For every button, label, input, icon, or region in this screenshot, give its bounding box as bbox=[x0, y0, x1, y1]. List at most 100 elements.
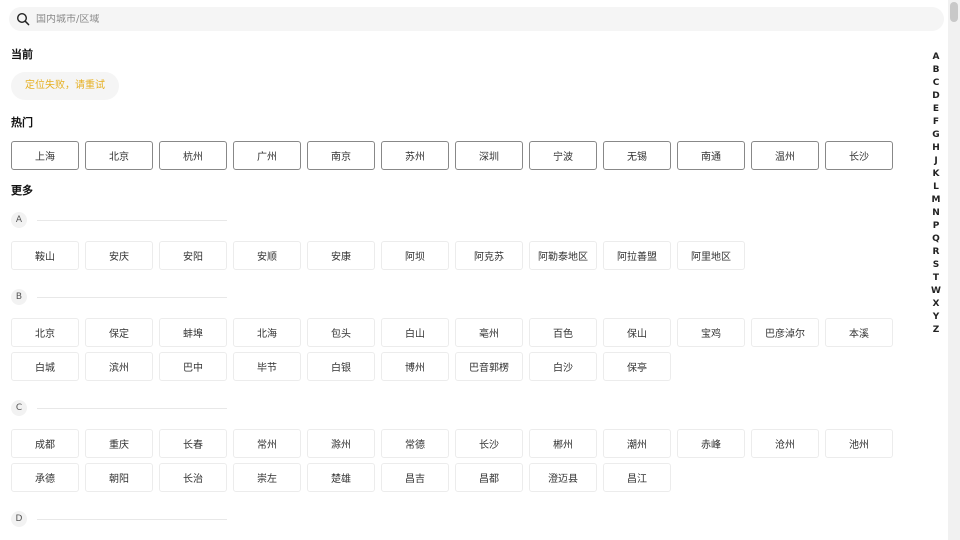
hot-city-button[interactable]: 无锡 bbox=[603, 141, 671, 170]
city-button[interactable]: 阿里地区 bbox=[677, 241, 745, 270]
city-button[interactable]: 池州 bbox=[825, 429, 893, 458]
city-button[interactable]: 保亭 bbox=[603, 352, 671, 381]
city-button[interactable]: 巴音郭楞 bbox=[455, 352, 523, 381]
hot-city-button[interactable]: 南京 bbox=[307, 141, 375, 170]
city-button[interactable]: 博州 bbox=[381, 352, 449, 381]
more-section-title: 更多 bbox=[11, 184, 33, 197]
city-group-grid: 鞍山 安庆 安阳 安顺 安康 阿坝 阿克苏 阿勒泰地区 阿拉善盟 阿里地区 bbox=[11, 241, 911, 275]
city-button[interactable]: 巴彦淖尔 bbox=[751, 318, 819, 347]
city-button[interactable]: 郴州 bbox=[529, 429, 597, 458]
city-button[interactable]: 安顺 bbox=[233, 241, 301, 270]
alphabet-index-letter[interactable]: M bbox=[932, 194, 941, 207]
city-button[interactable]: 亳州 bbox=[455, 318, 523, 347]
alphabet-index-letter[interactable]: E bbox=[933, 103, 939, 116]
city-button[interactable]: 昌吉 bbox=[381, 463, 449, 492]
alphabet-index[interactable]: ABCDEFGHJKLMNPQRSTWXYZ bbox=[928, 51, 944, 337]
city-button[interactable]: 白银 bbox=[307, 352, 375, 381]
hot-city-button[interactable]: 温州 bbox=[751, 141, 819, 170]
city-button[interactable]: 白城 bbox=[11, 352, 79, 381]
city-button[interactable]: 潮州 bbox=[603, 429, 671, 458]
alphabet-index-letter[interactable]: G bbox=[932, 129, 939, 142]
alphabet-index-letter[interactable]: Z bbox=[933, 324, 940, 337]
city-button[interactable]: 澄迈县 bbox=[529, 463, 597, 492]
city-button[interactable]: 鞍山 bbox=[11, 241, 79, 270]
city-button[interactable]: 沧州 bbox=[751, 429, 819, 458]
search-input[interactable] bbox=[36, 13, 896, 25]
alphabet-index-letter[interactable]: F bbox=[933, 116, 939, 129]
alphabet-index-letter[interactable]: T bbox=[933, 272, 939, 285]
city-button[interactable]: 安庆 bbox=[85, 241, 153, 270]
city-button[interactable]: 常德 bbox=[381, 429, 449, 458]
city-button[interactable]: 滨州 bbox=[85, 352, 153, 381]
city-button[interactable]: 百色 bbox=[529, 318, 597, 347]
letter-badge: C bbox=[11, 400, 27, 416]
city-button[interactable]: 蚌埠 bbox=[159, 318, 227, 347]
alphabet-index-letter[interactable]: N bbox=[932, 207, 940, 220]
city-group-grid: 成都 重庆 长春 常州 滁州 常德 长沙 郴州 潮州 赤峰 沧州 池州承德 朝阳 长治 崇左 楚雄 昌吉 昌都 澄迈… bbox=[11, 429, 911, 497]
alphabet-index-letter[interactable]: W bbox=[931, 285, 941, 298]
city-button[interactable]: 安阳 bbox=[159, 241, 227, 270]
alphabet-index-letter[interactable]: K bbox=[933, 168, 940, 181]
city-button[interactable]: 北海 bbox=[233, 318, 301, 347]
letter-divider bbox=[37, 407, 227, 409]
city-button[interactable]: 保山 bbox=[603, 318, 671, 347]
alphabet-index-letter[interactable]: C bbox=[933, 77, 940, 90]
search-bar[interactable] bbox=[9, 7, 944, 31]
city-button[interactable]: 本溪 bbox=[825, 318, 893, 347]
alphabet-index-letter[interactable]: D bbox=[932, 90, 939, 103]
city-button[interactable]: 重庆 bbox=[85, 429, 153, 458]
alphabet-index-letter[interactable]: P bbox=[933, 220, 940, 233]
city-button[interactable]: 昌都 bbox=[455, 463, 523, 492]
hot-city-button[interactable]: 上海 bbox=[11, 141, 79, 170]
city-button[interactable]: 毕节 bbox=[233, 352, 301, 381]
alphabet-index-letter[interactable]: Q bbox=[932, 233, 940, 246]
alphabet-index-letter[interactable]: J bbox=[934, 155, 937, 168]
hot-city-grid: 上海 北京 杭州 广州 南京 苏州 深圳 宁波 无锡 南通 温州 长沙 bbox=[11, 141, 911, 170]
alphabet-index-letter[interactable]: R bbox=[933, 246, 940, 259]
city-button[interactable]: 阿勒泰地区 bbox=[529, 241, 597, 270]
city-button[interactable]: 常州 bbox=[233, 429, 301, 458]
hot-city-button[interactable]: 宁波 bbox=[529, 141, 597, 170]
hot-city-button[interactable]: 深圳 bbox=[455, 141, 523, 170]
alphabet-index-letter[interactable]: Y bbox=[933, 311, 940, 324]
hot-city-button[interactable]: 北京 bbox=[85, 141, 153, 170]
city-button[interactable]: 长沙 bbox=[455, 429, 523, 458]
city-button[interactable]: 朝阳 bbox=[85, 463, 153, 492]
hot-city-button[interactable]: 杭州 bbox=[159, 141, 227, 170]
alphabet-index-letter[interactable]: A bbox=[933, 51, 940, 64]
alphabet-index-letter[interactable]: L bbox=[933, 181, 939, 194]
hot-city-button[interactable]: 广州 bbox=[233, 141, 301, 170]
alphabet-index-letter[interactable]: B bbox=[933, 64, 940, 77]
city-button[interactable]: 滁州 bbox=[307, 429, 375, 458]
city-button[interactable]: 成都 bbox=[11, 429, 79, 458]
city-button[interactable]: 长春 bbox=[159, 429, 227, 458]
city-list[interactable]: 当前 定位失败，请重试 热门 上海 北京 杭州 广州 南京 苏州 深圳 宁波 无锡 南通 温州 长沙 … bbox=[11, 48, 911, 540]
hot-city-button[interactable]: 南通 bbox=[677, 141, 745, 170]
city-button[interactable]: 长治 bbox=[159, 463, 227, 492]
city-button[interactable]: 包头 bbox=[307, 318, 375, 347]
city-button[interactable]: 昌江 bbox=[603, 463, 671, 492]
city-button[interactable]: 阿克苏 bbox=[455, 241, 523, 270]
alphabet-index-letter[interactable]: H bbox=[932, 142, 940, 155]
city-button[interactable]: 宝鸡 bbox=[677, 318, 745, 347]
city-button[interactable]: 白沙 bbox=[529, 352, 597, 381]
city-button[interactable]: 崇左 bbox=[233, 463, 301, 492]
hot-city-button[interactable]: 长沙 bbox=[825, 141, 893, 170]
city-button[interactable]: 巴中 bbox=[159, 352, 227, 381]
city-button[interactable]: 楚雄 bbox=[307, 463, 375, 492]
city-button[interactable]: 安康 bbox=[307, 241, 375, 270]
city-button[interactable]: 承德 bbox=[11, 463, 79, 492]
letter-header: A bbox=[11, 211, 911, 229]
hot-city-button[interactable]: 苏州 bbox=[381, 141, 449, 170]
scrollbar[interactable] bbox=[948, 0, 960, 540]
city-button[interactable]: 阿坝 bbox=[381, 241, 449, 270]
alphabet-index-letter[interactable]: S bbox=[933, 259, 939, 272]
city-button[interactable]: 阿拉善盟 bbox=[603, 241, 671, 270]
city-button[interactable]: 赤峰 bbox=[677, 429, 745, 458]
scrollbar-thumb[interactable] bbox=[950, 2, 958, 22]
city-button[interactable]: 保定 bbox=[85, 318, 153, 347]
city-button[interactable]: 白山 bbox=[381, 318, 449, 347]
relocate-button[interactable]: 定位失败，请重试 bbox=[11, 72, 119, 100]
city-button[interactable]: 北京 bbox=[11, 318, 79, 347]
alphabet-index-letter[interactable]: X bbox=[933, 298, 940, 311]
